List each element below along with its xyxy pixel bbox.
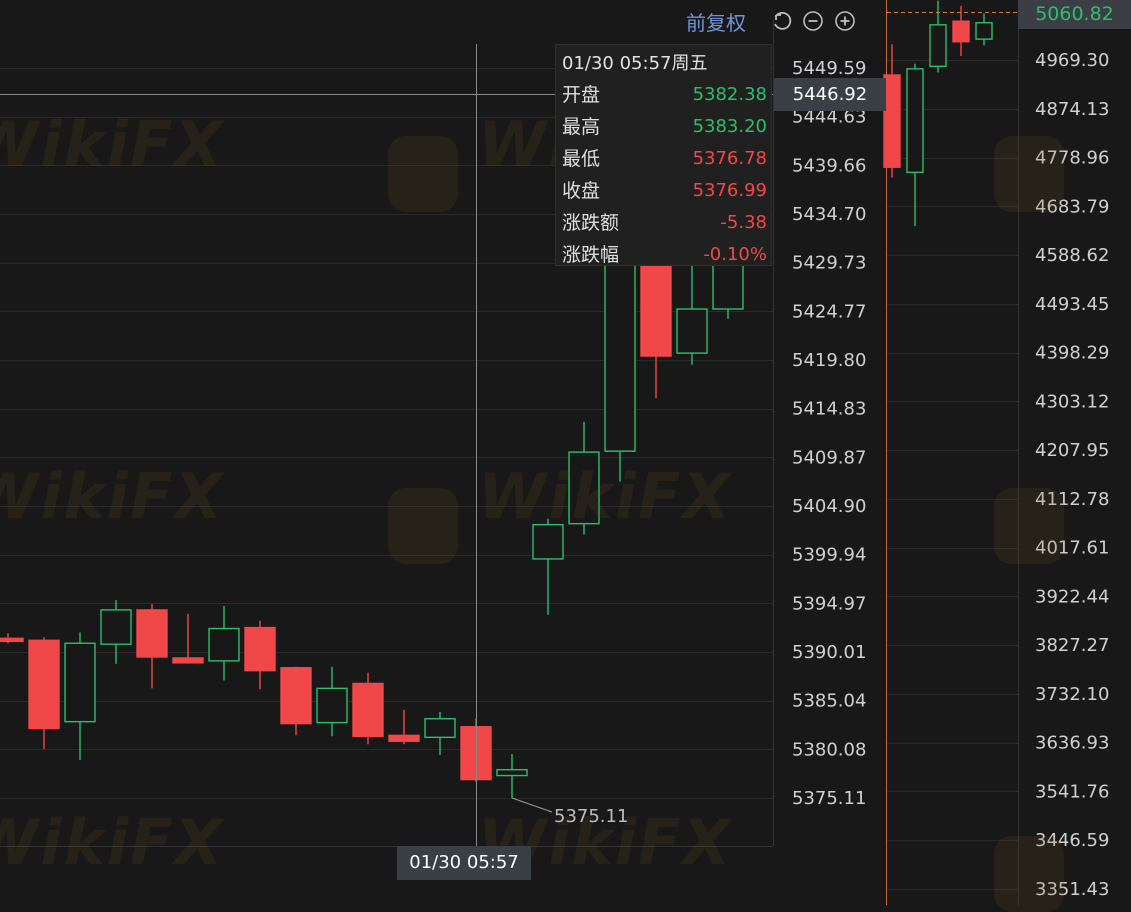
tooltip-key: 涨跌额 xyxy=(562,212,620,234)
y-tick-label: 4493.45 xyxy=(1035,294,1109,315)
candle-body xyxy=(906,68,924,174)
candle-body xyxy=(496,768,528,777)
candle-body xyxy=(952,20,970,43)
tooltip-value: 5383.20 xyxy=(692,116,767,137)
undo-icon[interactable] xyxy=(770,10,792,32)
candle-body xyxy=(929,24,947,68)
y-tick-label: 4207.95 xyxy=(1035,440,1109,461)
candle-body xyxy=(975,22,993,40)
y-tick-label: 5439.66 xyxy=(792,155,866,176)
y-tick-label: 5394.97 xyxy=(792,593,866,614)
chart-stage[interactable]: 5449.59 5444.63 5439.66 5434.70 5429.73 5424.… xyxy=(0,0,1131,912)
tooltip-key: 最低 xyxy=(562,148,601,170)
zoom-out-icon[interactable] xyxy=(802,10,824,32)
chart-toolbar: 前复权 xyxy=(686,6,856,36)
candle-body xyxy=(883,74,901,168)
y-tick-label: 5419.80 xyxy=(792,350,866,371)
price-adjust-button[interactable]: 前复权 xyxy=(686,7,746,36)
watermark-logo-icon xyxy=(388,136,458,212)
tooltip-date: 01/30 05:57周五 xyxy=(562,53,708,74)
y-tick-label: 3541.76 xyxy=(1035,781,1109,802)
y-tick-label: 5449.59 xyxy=(792,58,866,79)
y-tick-label: 5404.90 xyxy=(792,496,866,517)
candle-body xyxy=(388,734,420,742)
tooltip-row-high: 最高 5383.20 xyxy=(562,111,767,143)
tooltip-row-low: 最低 5376.78 xyxy=(562,143,767,175)
candle-body xyxy=(28,639,60,730)
ohlc-tooltip: 01/30 05:57周五 开盘 5382.38 最高 5383.20 最低 5… xyxy=(555,44,772,266)
candle-body xyxy=(676,308,708,354)
tooltip-value: 5376.78 xyxy=(692,148,767,169)
y-tick-label: 5390.01 xyxy=(792,642,866,663)
y-tick-label: 5429.73 xyxy=(792,253,866,274)
candle-body xyxy=(0,637,24,643)
watermark-text: WikiFX xyxy=(0,460,225,533)
candle-body xyxy=(100,609,132,645)
candle-body xyxy=(64,642,96,723)
tooltip-value: -0.10% xyxy=(703,244,767,265)
y-tick-label: 5380.08 xyxy=(792,739,866,760)
watermark-logo-icon xyxy=(994,136,1064,212)
candle-body xyxy=(280,667,312,725)
tooltip-key: 开盘 xyxy=(562,84,601,106)
y-tick-label: 3732.10 xyxy=(1035,684,1109,705)
y-tick-label: 4588.62 xyxy=(1035,245,1109,266)
y-tick-label: 4874.13 xyxy=(1035,99,1109,120)
watermark-text: WikiFX xyxy=(0,108,225,181)
candle-body xyxy=(136,609,168,658)
last-price-label: 5060.82 xyxy=(1018,0,1131,29)
y-tick-label: 5385.04 xyxy=(792,691,866,712)
watermark-logo-icon xyxy=(994,488,1064,564)
y-tick-label: 5409.87 xyxy=(792,447,866,468)
y-tick-label: 3636.93 xyxy=(1035,733,1109,754)
y-tick-label: 5434.70 xyxy=(792,204,866,225)
candle-body xyxy=(352,682,384,738)
y-tick-label: 3827.27 xyxy=(1035,635,1109,656)
y-tick-label: 5375.11 xyxy=(792,788,866,809)
crosshair-time-label: 01/30 05:57 xyxy=(397,846,531,880)
candle-body xyxy=(172,657,204,664)
watermark-text: WikiFX xyxy=(0,806,225,879)
zoom-in-icon[interactable] xyxy=(834,10,856,32)
y-tick-label: 4969.30 xyxy=(1035,50,1109,71)
tooltip-row-change: 涨跌额 -5.38 xyxy=(562,207,767,239)
tooltip-row-change-pct: 涨跌幅 -0.10% xyxy=(562,239,767,271)
y-tick-label: 4303.12 xyxy=(1035,391,1109,412)
y-tick-label: 3922.44 xyxy=(1035,586,1109,607)
tooltip-value: 5382.38 xyxy=(692,84,767,105)
watermark-text: WikiFX xyxy=(478,460,733,533)
watermark-logo-icon xyxy=(994,836,1064,912)
tooltip-value: -5.38 xyxy=(720,212,767,233)
tooltip-value: 5376.99 xyxy=(692,180,767,201)
tooltip-row-open: 开盘 5382.38 xyxy=(562,79,767,111)
tooltip-key: 收盘 xyxy=(562,180,601,202)
y-tick-label: 4398.29 xyxy=(1035,343,1109,364)
y-tick-label: 5414.83 xyxy=(792,399,866,420)
candle-body xyxy=(208,627,240,662)
tooltip-row-close: 收盘 5376.99 xyxy=(562,175,767,207)
candle-body xyxy=(244,626,276,672)
candle-body xyxy=(424,718,456,739)
watermark-logo-icon xyxy=(388,488,458,564)
crosshair-price-label: 5446.92 xyxy=(774,78,886,111)
min-price-label: 5375.11 xyxy=(554,806,629,827)
y-tick-label: 5399.94 xyxy=(792,545,866,566)
y-tick-label: 5424.77 xyxy=(792,301,866,322)
tooltip-key: 涨跌幅 xyxy=(562,244,620,266)
candle-body xyxy=(316,687,348,724)
tooltip-key: 最高 xyxy=(562,116,601,138)
